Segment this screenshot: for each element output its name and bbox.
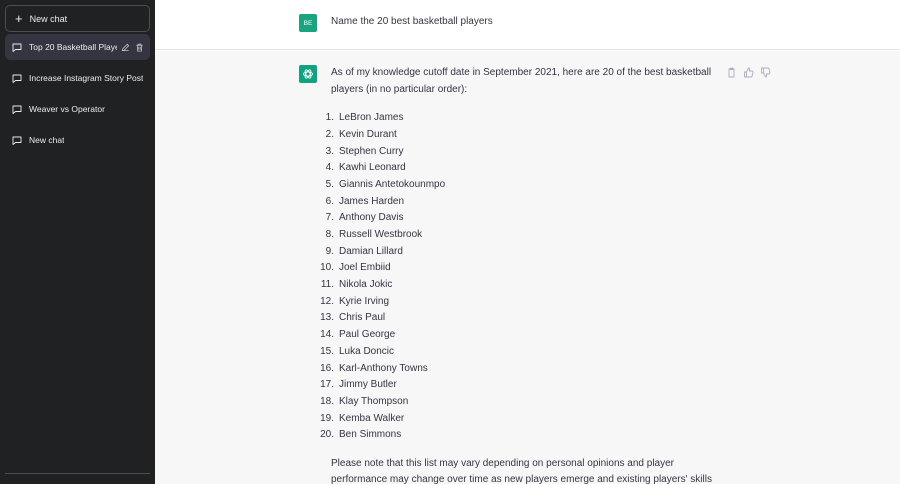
- list-item: 3. Stephen Curry: [326, 144, 721, 161]
- sidebar-item-label: Top 20 Basketball Playe: [29, 42, 117, 52]
- sidebar-item-conversation[interactable]: Increase Instagram Story Post: [5, 65, 150, 91]
- list-item: 15. Luka Doncic: [320, 344, 721, 361]
- player-name: Stephen Curry: [339, 145, 404, 157]
- player-name: Nikola Jokic: [339, 279, 393, 291]
- player-name: Luka Doncic: [339, 345, 395, 357]
- list-item-number: 3.: [325, 145, 334, 157]
- openai-logo-icon: [299, 65, 317, 83]
- plus-icon: +: [15, 11, 23, 26]
- assistant-note: Please note that this list may vary depe…: [331, 457, 712, 484]
- list-item: 20. Ben Simmons: [320, 427, 721, 444]
- openai-logo-icon: [302, 69, 314, 79]
- list-item: 8. Russell Westbrook: [326, 227, 721, 244]
- player-name: Kemba Walker: [339, 412, 405, 424]
- player-list: 1. LeBron James 2. Kevin Durant 3. Stephen Cu…: [320, 110, 721, 444]
- list-item: 16. Karl-Anthony Towns: [320, 361, 721, 378]
- player-name: Kyrie Irving: [339, 295, 390, 307]
- list-item: 7. Anthony Davis: [326, 210, 721, 227]
- list-item-number: 13.: [320, 312, 334, 324]
- list-item-number: 1.: [325, 112, 334, 124]
- new-chat-button[interactable]: + New chat: [5, 5, 150, 32]
- list-item-number: 11.: [320, 279, 334, 291]
- sidebar-item-label: Weaver vs Operator: [29, 104, 105, 114]
- list-item: 18. Klay Thompson: [320, 394, 721, 411]
- list-item: 17. Jimmy Butler: [320, 377, 721, 394]
- player-name: Paul George: [339, 329, 396, 341]
- player-name: Anthony Davis: [339, 212, 404, 224]
- list-item-number: 10.: [320, 262, 334, 274]
- list-item: 5. Giannis Antetokounmpo: [326, 177, 721, 194]
- sidebar-item-conversation[interactable]: New chat: [5, 127, 150, 153]
- list-item-number: 5.: [325, 178, 334, 190]
- list-item-number: 9.: [325, 245, 334, 257]
- chat-bubble-icon: [12, 136, 22, 145]
- player-name: Chris Paul: [339, 312, 386, 324]
- list-item-number: 18.: [320, 395, 334, 407]
- new-chat-label: New chat: [29, 13, 68, 24]
- assistant-intro: As of my knowledge cutoff date in Septem…: [331, 67, 712, 95]
- list-item-number: 6.: [325, 195, 334, 207]
- user-message-row: BE Name the 20 best basketball players: [155, 0, 900, 50]
- list-item-number: 14.: [320, 329, 334, 341]
- sidebar-item-label: New chat: [29, 135, 65, 145]
- player-name: James Harden: [339, 195, 405, 207]
- chat-bubble-icon: [12, 43, 22, 52]
- sidebar: + New chat Top 20 Basketball Playe Incre…: [0, 0, 155, 484]
- player-name: Kevin Durant: [339, 128, 397, 140]
- list-item-number: 2.: [325, 128, 334, 140]
- list-item-number: 7.: [325, 212, 334, 224]
- list-item-number: 15.: [320, 345, 334, 357]
- list-item: 10. Joel Embiid: [320, 260, 721, 277]
- player-name: Kawhi Leonard: [339, 162, 406, 174]
- list-item: 19. Kemba Walker: [320, 411, 721, 428]
- player-name: LeBron James: [339, 112, 404, 124]
- list-item: 4. Kawhi Leonard: [326, 160, 721, 177]
- chat-main: BE Name the 20 best basketball players A…: [155, 0, 900, 484]
- sidebar-item-conversation[interactable]: Top 20 Basketball Playe: [5, 34, 150, 60]
- player-name: Russell Westbrook: [339, 229, 423, 241]
- player-name: Ben Simmons: [339, 429, 402, 441]
- list-item-number: 12.: [320, 295, 334, 307]
- player-name: Joel Embiid: [339, 262, 391, 274]
- list-item: 14. Paul George: [320, 327, 721, 344]
- assistant-message: As of my knowledge cutoff date in Septem…: [320, 65, 721, 484]
- list-item-number: 20.: [320, 429, 334, 441]
- list-item: 9. Damian Lillard: [326, 244, 721, 261]
- list-item: 11. Nikola Jokic: [321, 277, 721, 294]
- list-item-number: 19.: [320, 412, 334, 424]
- list-item-number: 17.: [320, 379, 334, 391]
- list-item-number: 8.: [325, 229, 334, 241]
- list-item: 1. LeBron James: [326, 110, 721, 127]
- list-item-number: 4.: [325, 162, 334, 174]
- player-name: Klay Thompson: [339, 395, 409, 407]
- player-name: Karl-Anthony Towns: [339, 362, 428, 374]
- player-name: Giannis Antetokounmpo: [339, 178, 446, 190]
- chat-bubble-icon: [12, 74, 22, 83]
- message-actions: [726, 67, 771, 78]
- user-avatar: BE: [299, 14, 317, 32]
- sidebar-item-label: Increase Instagram Story Post: [29, 73, 144, 83]
- player-name: Damian Lillard: [339, 245, 403, 257]
- list-item: 2. Kevin Durant: [326, 127, 721, 144]
- chat-bubble-icon: [12, 105, 22, 114]
- sidebar-divider: [5, 473, 150, 474]
- player-name: Jimmy Butler: [339, 379, 397, 391]
- list-item: 6. James Harden: [326, 194, 721, 211]
- pencil-icon[interactable]: [121, 43, 130, 52]
- trash-icon[interactable]: [135, 43, 144, 52]
- user-message: Name the 20 best basketball players: [331, 16, 493, 27]
- thumbs-up-icon[interactable]: [743, 67, 754, 78]
- list-item: 12. Kyrie Irving: [320, 294, 721, 311]
- sidebar-item-conversation[interactable]: Weaver vs Operator: [5, 96, 150, 122]
- list-item: 13. Chris Paul: [320, 310, 721, 327]
- thumbs-down-icon[interactable]: [760, 67, 771, 78]
- assistant-message-row: As of my knowledge cutoff date in Septem…: [155, 51, 900, 484]
- list-item-number: 16.: [320, 362, 334, 374]
- clipboard-icon[interactable]: [726, 67, 737, 78]
